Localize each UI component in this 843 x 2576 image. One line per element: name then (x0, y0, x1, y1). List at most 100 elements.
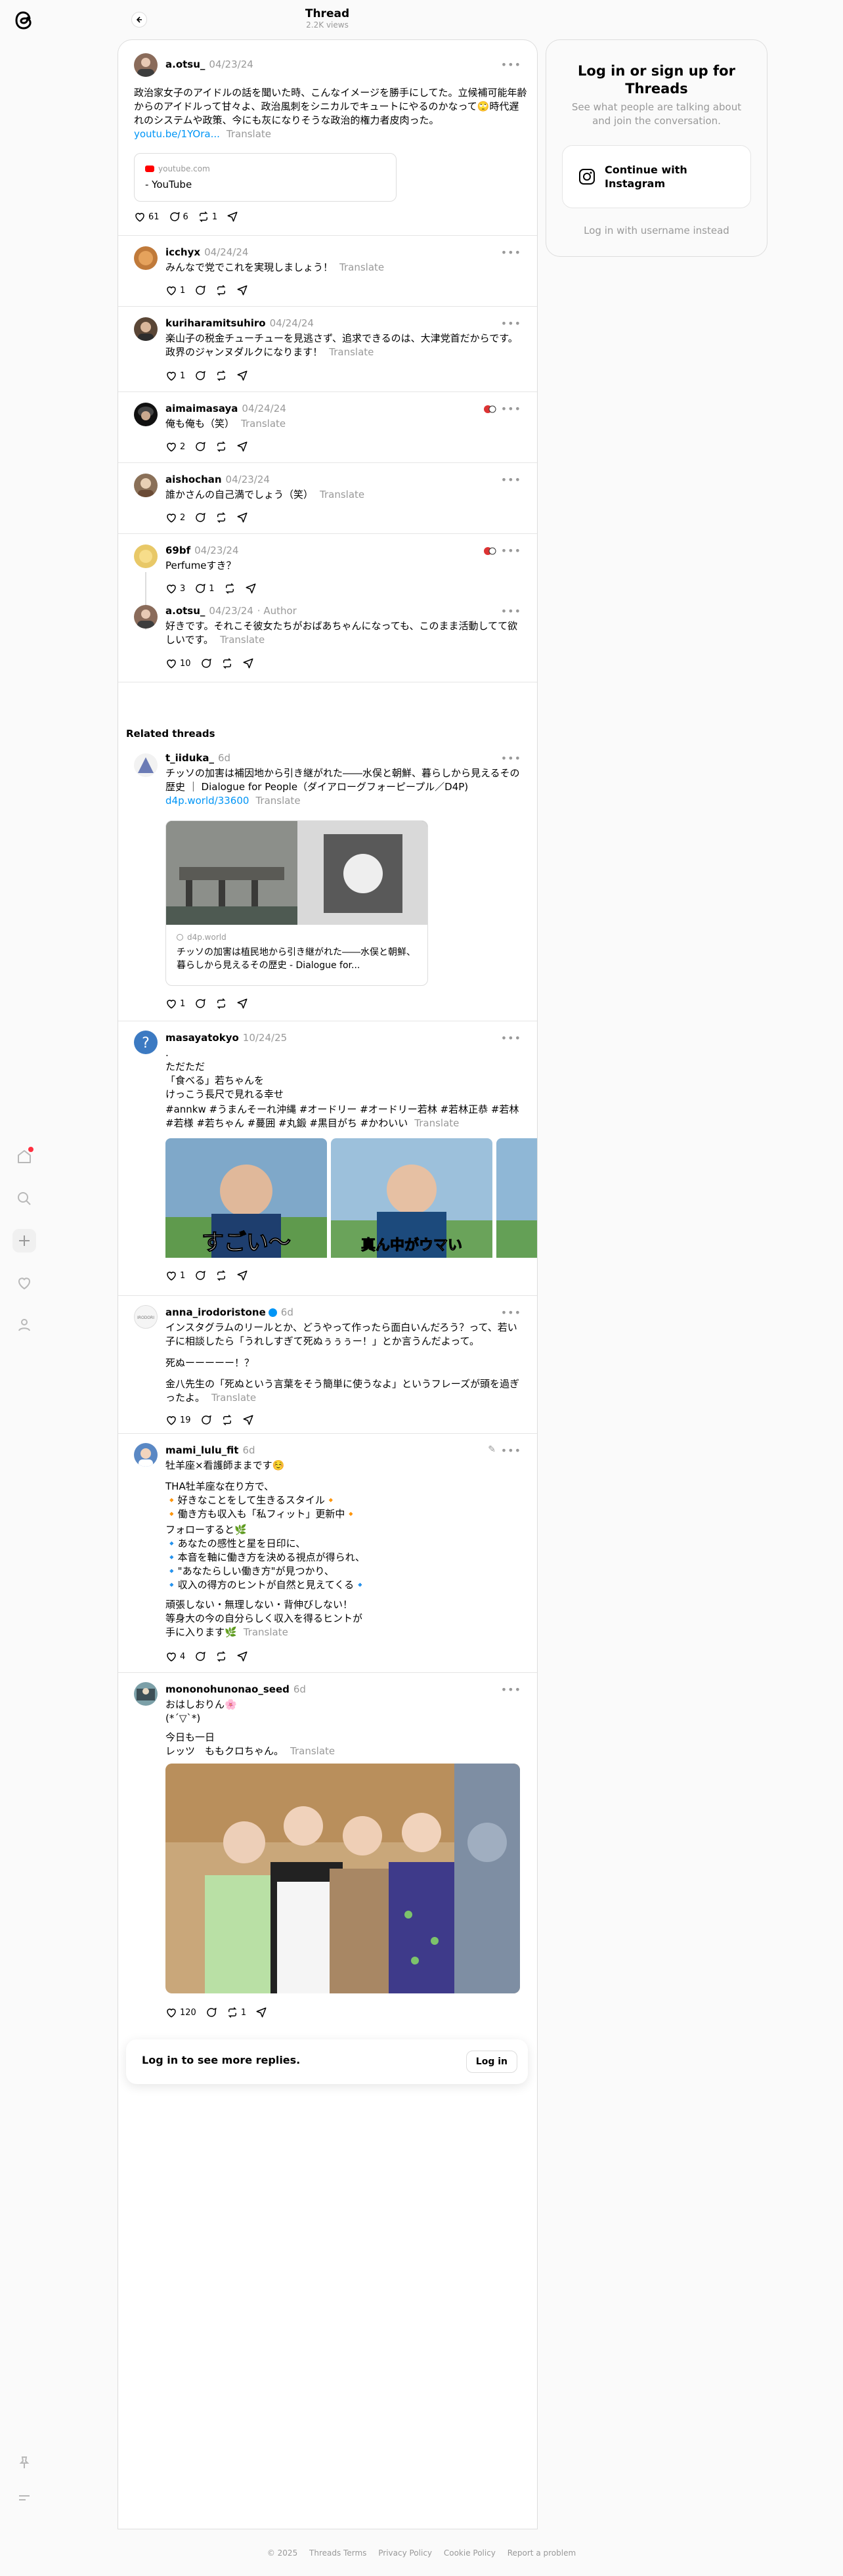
username[interactable]: aishochan (165, 474, 222, 485)
repost-button[interactable] (224, 583, 236, 594)
timestamp[interactable]: 04/23/24 (226, 474, 270, 485)
translate-button[interactable]: Translate (255, 795, 300, 807)
username[interactable]: anna_irodoristone (165, 1306, 266, 1318)
profile-icon[interactable] (14, 1314, 35, 1335)
translate-button[interactable]: Translate (414, 1117, 459, 1129)
share-button[interactable] (236, 998, 248, 1010)
more-options-icon[interactable]: ••• (501, 1032, 521, 1044)
translate-button[interactable]: Translate (320, 489, 364, 500)
timestamp[interactable]: 6d (293, 1683, 306, 1695)
like-button[interactable]: 19 (165, 1414, 191, 1426)
username[interactable]: aimaimasaya (165, 403, 238, 414)
login-button[interactable]: Log in (465, 2051, 517, 2073)
like-button[interactable]: 1 (165, 1270, 185, 1281)
instagram-login-button[interactable]: Continue with Instagram (562, 145, 751, 208)
footer-link-cookies[interactable]: Cookie Policy (444, 2548, 496, 2558)
repost-button[interactable] (221, 1414, 233, 1426)
avatar[interactable] (134, 1682, 158, 1706)
link-card[interactable]: d4p.world チッソの加害は植民地から引き継がれた――水俣と朝鮮、暮らしか… (165, 820, 428, 986)
more-options-icon[interactable]: ••• (501, 58, 521, 71)
like-button[interactable]: 1 (165, 284, 185, 296)
footer-link-privacy[interactable]: Privacy Policy (378, 2548, 432, 2558)
create-icon[interactable] (12, 1229, 36, 1253)
post-link[interactable]: d4p.world/33600 (165, 795, 249, 807)
avatar[interactable] (134, 474, 158, 497)
reply-button[interactable]: 6 (169, 211, 188, 223)
repost-button[interactable] (215, 370, 227, 382)
more-options-icon[interactable]: ••• (501, 605, 521, 617)
share-button[interactable] (242, 1414, 254, 1426)
footer-link-terms[interactable]: Threads Terms (309, 2548, 366, 2558)
timestamp[interactable]: 6d (242, 1444, 255, 1456)
more-options-icon[interactable]: ••• (501, 403, 521, 415)
share-button[interactable] (242, 657, 254, 669)
translate-button[interactable]: Translate (211, 1392, 256, 1404)
reply-button[interactable] (194, 284, 206, 296)
avatar[interactable]: ? (134, 1031, 158, 1054)
like-button[interactable]: 4 (165, 1651, 185, 1662)
translate-button[interactable]: Translate (220, 634, 265, 646)
pin-icon[interactable] (14, 2452, 35, 2473)
more-options-icon[interactable]: ••• (501, 1683, 521, 1696)
share-button[interactable] (236, 1651, 248, 1662)
share-button[interactable] (245, 583, 257, 594)
more-options-icon[interactable]: ••• (501, 544, 521, 557)
reply-button[interactable]: 1 (194, 583, 215, 594)
avatar[interactable] (134, 1443, 158, 1467)
repost-button[interactable] (215, 441, 227, 453)
heart-icon[interactable] (14, 1272, 35, 1293)
translate-button[interactable]: Translate (227, 128, 271, 140)
timestamp[interactable]: 10/24/25 (243, 1032, 287, 1044)
menu-icon[interactable] (14, 2487, 35, 2508)
reply-thumbnail[interactable] (482, 543, 498, 559)
like-button[interactable]: 120 (165, 2007, 196, 2018)
avatar[interactable]: IRODORI (134, 1305, 158, 1329)
avatar[interactable] (134, 605, 158, 629)
reply-button[interactable] (194, 370, 206, 382)
avatar[interactable] (134, 53, 158, 77)
like-button[interactable]: 61 (134, 211, 160, 223)
home-icon[interactable] (14, 1146, 35, 1167)
share-button[interactable] (255, 2007, 267, 2018)
like-button[interactable]: 2 (165, 441, 185, 453)
translate-button[interactable]: Translate (241, 418, 286, 430)
repost-button[interactable] (215, 284, 227, 296)
timestamp[interactable]: 04/23/24 (194, 544, 238, 556)
repost-button[interactable] (215, 1270, 227, 1281)
translate-button[interactable]: Translate (339, 261, 384, 273)
username[interactable]: mononohunonao_seed (165, 1683, 290, 1695)
reply-button[interactable] (194, 1270, 206, 1281)
timestamp[interactable]: 04/24/24 (270, 317, 314, 329)
reply-button[interactable] (205, 2007, 217, 2018)
reply-button[interactable] (194, 441, 206, 453)
more-options-icon[interactable]: ••• (501, 246, 521, 259)
post-link[interactable]: youtu.be/1YOra... (134, 128, 220, 140)
like-button[interactable]: 1 (165, 998, 185, 1010)
reply-button[interactable] (194, 1651, 206, 1662)
share-button[interactable] (236, 512, 248, 523)
like-button[interactable]: 2 (165, 512, 185, 523)
more-options-icon[interactable]: ••• (501, 474, 521, 486)
repost-button[interactable] (215, 512, 227, 523)
search-icon[interactable] (14, 1188, 35, 1209)
link-card[interactable]: youtube.com - YouTube (134, 153, 397, 202)
username[interactable]: 69bf (165, 544, 190, 556)
username[interactable]: mami_lulu_fit (165, 1444, 238, 1456)
avatar[interactable] (134, 403, 158, 426)
edit-icon[interactable]: ✎ (488, 1444, 496, 1455)
reply-button[interactable] (200, 657, 212, 669)
repost-button[interactable] (221, 657, 233, 669)
share-button[interactable] (236, 441, 248, 453)
username[interactable]: icchyx (165, 246, 200, 258)
share-button[interactable] (236, 284, 248, 296)
repost-button[interactable] (215, 1651, 227, 1662)
more-options-icon[interactable]: ••• (501, 1306, 521, 1319)
timestamp[interactable]: 04/23/24 (209, 605, 253, 617)
timestamp[interactable]: 04/24/24 (242, 403, 286, 414)
like-button[interactable]: 3 (165, 583, 185, 594)
timestamp[interactable]: 6d (218, 752, 230, 764)
reply-button[interactable] (194, 998, 206, 1010)
username[interactable]: a.otsu_ (165, 605, 205, 617)
repost-button[interactable] (215, 998, 227, 1010)
timestamp[interactable]: 6d (281, 1306, 293, 1318)
